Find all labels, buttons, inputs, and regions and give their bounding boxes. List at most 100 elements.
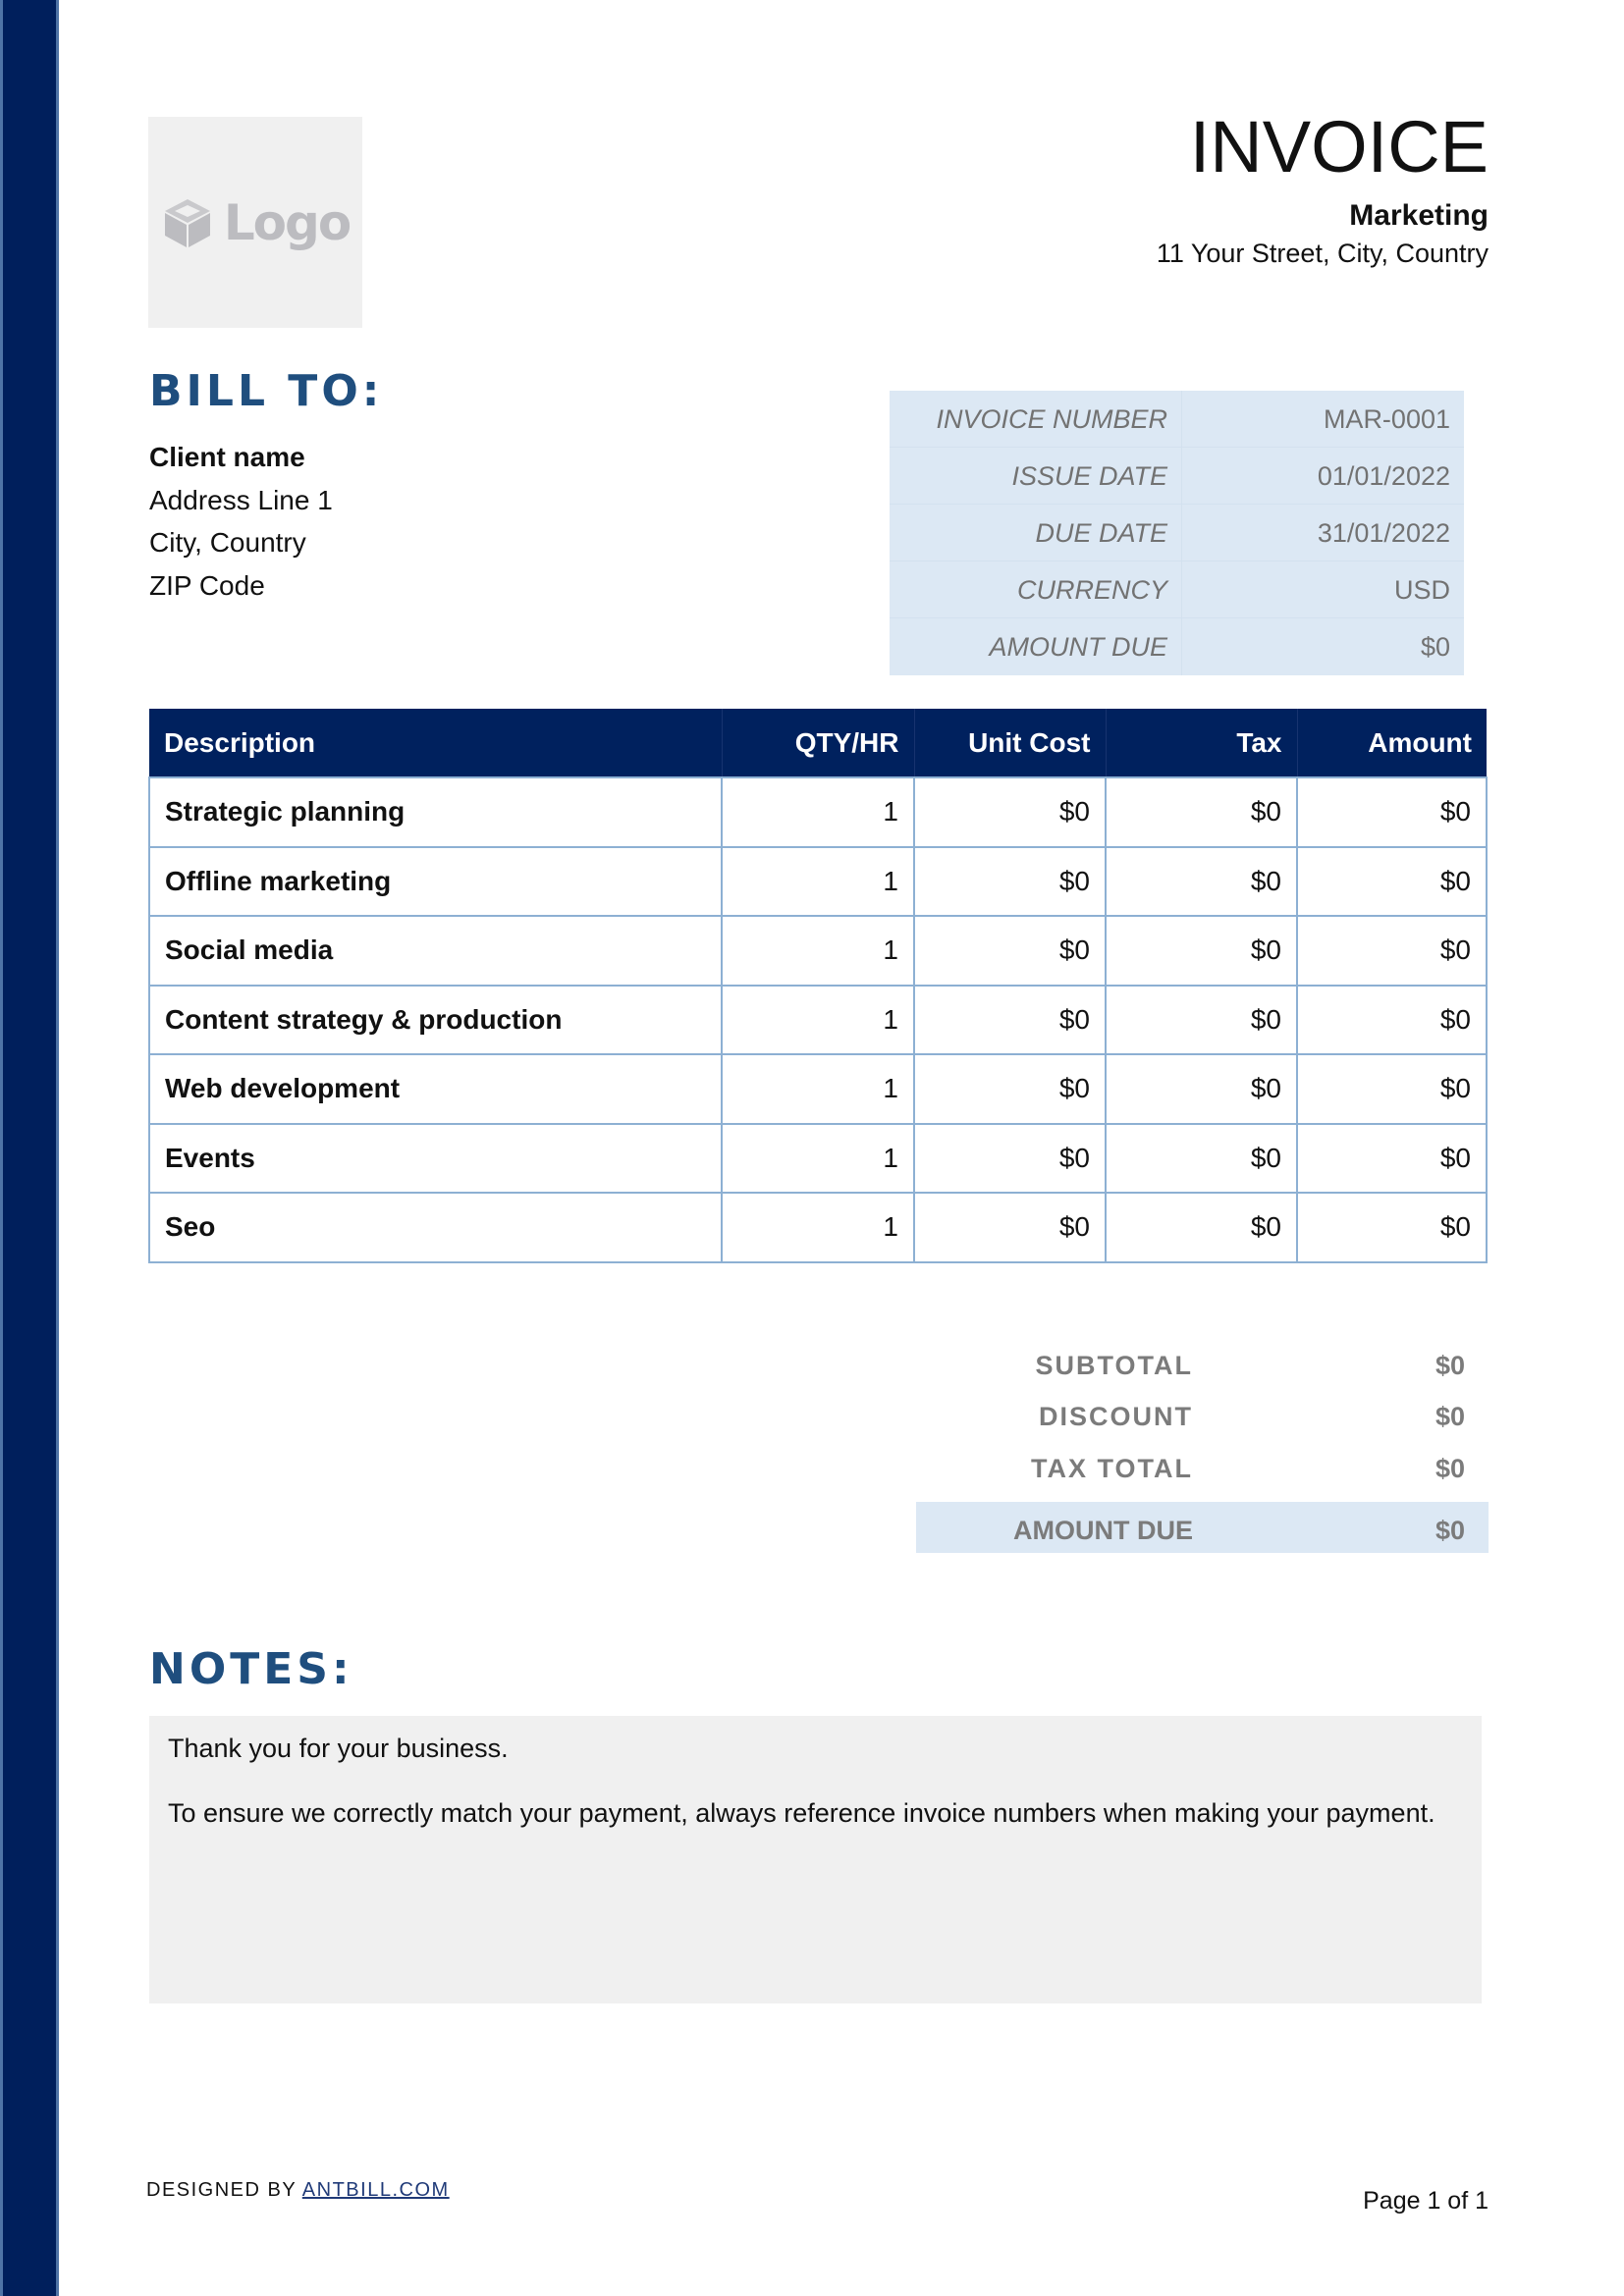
cell-tax: $0 [1105,1122,1298,1194]
column-header-tax: Tax [1106,709,1298,777]
box-icon [164,198,210,247]
cell-unit-cost: $0 [913,984,1107,1055]
table-header-row: Description QTY/HR Unit Cost Tax Amount [149,709,1487,777]
cell-tax: $0 [1105,845,1298,917]
cell-description: Seo [148,1192,723,1263]
bill-to-heading: BILL TO: [149,366,384,416]
table-row: Seo 1 $0 $0 $0 [148,1192,1488,1263]
cell-unit-cost: $0 [913,1053,1107,1125]
cell-qty: 1 [721,1122,915,1194]
notes-box: Thank you for your business. To ensure w… [149,1716,1482,2003]
cell-unit-cost: $0 [913,1122,1107,1194]
table-row: Content strategy & production 1 $0 $0 $0 [148,984,1488,1055]
cell-tax: $0 [1105,1192,1298,1263]
cell-amount: $0 [1296,845,1488,917]
info-label: ISSUE DATE [890,448,1182,504]
cell-qty: 1 [721,845,915,917]
antbill-link[interactable]: ANTBILL.COM [302,2179,450,2201]
cell-description: Offline marketing [148,845,723,917]
column-header-description: Description [149,709,723,777]
discount-label: DISCOUNT [1039,1402,1193,1432]
line-items-table: Description QTY/HR Unit Cost Tax Amount … [148,709,1488,1263]
sidebar-stripe [0,0,59,2296]
amount-due-total: $0 [1435,1516,1465,1545]
column-header-unit-cost: Unit Cost [914,709,1107,777]
issue-date-value: 01/01/2022 [1317,460,1450,491]
subtotal-value: $0 [1435,1350,1465,1380]
cell-qty: 1 [721,1192,915,1263]
client-name: Client name [149,442,305,472]
invoice-number-value: MAR-0001 [1323,403,1450,434]
info-row-invoice-number: INVOICE NUMBER MAR-0001 [890,391,1464,448]
invoice-title: INVOICE [1189,106,1489,187]
subtotal-label: SUBTOTAL [1035,1350,1193,1380]
cell-qty: 1 [721,776,915,848]
cell-unit-cost: $0 [913,776,1107,848]
cell-tax: $0 [1105,776,1298,848]
info-row-currency: CURRENCY USD [890,561,1464,618]
client-city-country: City, Country [149,527,306,558]
cell-description: Social media [148,915,723,987]
column-header-amount: Amount [1297,709,1487,777]
invoice-info-box: INVOICE NUMBER MAR-0001 ISSUE DATE 01/01… [890,391,1464,675]
info-row-amount-due: AMOUNT DUE $0 [890,618,1464,675]
info-label: CURRENCY [890,561,1182,617]
designed-by-label: DESIGNED BY [146,2179,302,2201]
client-zip: ZIP Code [149,569,265,601]
cell-qty: 1 [721,915,915,987]
cell-description: Events [148,1122,723,1194]
client-address-line: Address Line 1 [149,484,333,515]
cell-amount: $0 [1296,984,1488,1055]
subtotal-row: SUBTOTAL $0 [916,1340,1489,1392]
cell-amount: $0 [1296,1053,1488,1125]
info-label: DUE DATE [890,505,1182,561]
cell-amount: $0 [1296,1192,1488,1263]
cell-amount: $0 [1296,776,1488,848]
amount-due-label: AMOUNT DUE [1013,1516,1193,1545]
tax-total-value: $0 [1435,1453,1465,1483]
table-row: Events 1 $0 $0 $0 [148,1122,1488,1194]
notes-line-thanks: Thank you for your business. [168,1734,509,1763]
logo-text: Logo [223,193,352,251]
cell-tax: $0 [1105,984,1298,1055]
cell-tax: $0 [1105,915,1298,987]
cell-qty: 1 [721,1053,915,1125]
cell-unit-cost: $0 [913,915,1107,987]
company-name: Marketing [1349,199,1489,232]
info-row-due-date: DUE DATE 31/01/2022 [890,505,1464,561]
invoice-header: INVOICE Marketing 11 Your Street, City, … [1157,106,1489,271]
currency-value: USD [1393,574,1450,605]
cell-description: Web development [148,1053,723,1125]
cell-unit-cost: $0 [913,845,1107,917]
cell-tax: $0 [1105,1053,1298,1125]
info-label: AMOUNT DUE [890,618,1182,675]
info-row-issue-date: ISSUE DATE 01/01/2022 [890,448,1464,505]
table-row: Strategic planning 1 $0 $0 $0 [148,776,1488,848]
amount-due-row: AMOUNT DUE $0 [916,1501,1489,1553]
amount-due-value: $0 [1420,632,1450,662]
discount-value: $0 [1435,1402,1465,1432]
table-row: Offline marketing 1 $0 $0 $0 [148,845,1488,917]
cell-amount: $0 [1296,915,1488,987]
logo-placeholder: Logo [148,117,362,328]
discount-row: DISCOUNT $0 [916,1392,1489,1444]
totals-section: SUBTOTAL $0 DISCOUNT $0 TAX TOTAL $0 AMO… [916,1340,1489,1553]
bill-to-details: Client name Address Line 1 City, Country… [149,436,333,607]
cell-description: Content strategy & production [148,984,723,1055]
page-number: Page 1 of 1 [1363,2187,1489,2215]
notes-line-reference: To ensure we correctly match your paymen… [168,1798,1435,1828]
cell-amount: $0 [1296,1122,1488,1194]
cell-unit-cost: $0 [913,1192,1107,1263]
due-date-value: 31/01/2022 [1317,517,1450,548]
tax-total-label: TAX TOTAL [1031,1453,1193,1483]
company-address: 11 Your Street, City, Country [1156,239,1489,268]
info-label: INVOICE NUMBER [890,391,1182,447]
table-row: Web development 1 $0 $0 $0 [148,1053,1488,1125]
table-row: Social media 1 $0 $0 $0 [148,915,1488,987]
tax-total-row: TAX TOTAL $0 [916,1443,1489,1495]
designed-by-credit: DESIGNED BY ANTBILL.COM [146,2179,450,2202]
column-header-qty: QTY/HR [722,709,915,777]
notes-heading: NOTES: [149,1644,353,1694]
cell-qty: 1 [721,984,915,1055]
cell-description: Strategic planning [148,776,723,848]
